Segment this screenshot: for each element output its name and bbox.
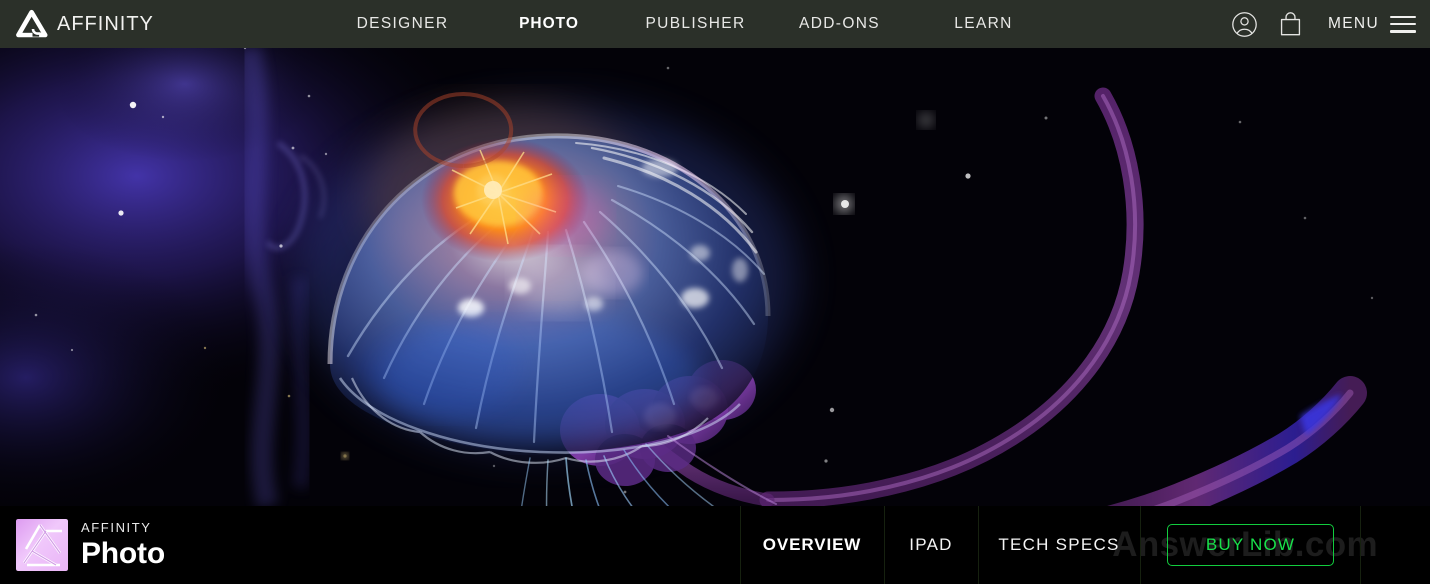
tab-ipad[interactable]: IPAD — [884, 506, 978, 584]
hamburger-menu-icon — [1390, 15, 1416, 33]
affinity-brand-text: AFFINITY — [57, 12, 154, 35]
product-name-block: AFFINITY Photo — [81, 520, 165, 569]
affinity-brand-link[interactable]: AFFINITY — [0, 9, 330, 39]
hero-image-region — [0, 48, 1430, 506]
tab-overview[interactable]: OVERVIEW — [740, 506, 884, 584]
affinity-triangle-logo-icon — [16, 9, 48, 39]
account-person-circle-icon — [1232, 11, 1258, 37]
product-title-label: Photo — [81, 536, 165, 570]
shopping-bag-icon — [1281, 12, 1301, 36]
cart-button[interactable] — [1268, 8, 1314, 40]
buy-now-button[interactable]: BUY NOW — [1167, 524, 1334, 566]
bar-divider-4 — [1140, 506, 1141, 584]
page-root: AFFINITY DESIGNER PHOTO PUBLISHER ADD-ON… — [0, 0, 1430, 584]
nav-item-learn[interactable]: LEARN — [911, 15, 1056, 33]
product-identity[interactable]: AFFINITY Photo — [16, 519, 165, 571]
nav-item-designer[interactable]: DESIGNER — [330, 15, 475, 33]
product-bottom-bar: AnswerLib.com AFFINITY Photo OVERVIEW IP… — [0, 506, 1430, 584]
menu-button[interactable]: MENU — [1328, 15, 1416, 33]
nav-item-publisher[interactable]: PUBLISHER — [623, 15, 768, 33]
main-navigation: DESIGNER PHOTO PUBLISHER ADD-ONS LEARN — [330, 0, 1222, 48]
product-brand-label: AFFINITY — [81, 520, 152, 536]
jellyfish-hero-artwork — [0, 48, 1430, 506]
bar-divider-5 — [1360, 506, 1361, 584]
account-button[interactable] — [1222, 9, 1268, 39]
header-actions: MENU — [1222, 8, 1430, 40]
menu-label: MENU — [1327, 15, 1379, 32]
tab-tech-specs[interactable]: TECH SPECS — [978, 506, 1140, 584]
affinity-photo-app-icon — [16, 519, 68, 571]
site-header: AFFINITY DESIGNER PHOTO PUBLISHER ADD-ON… — [0, 0, 1430, 48]
nav-item-photo[interactable]: PHOTO — [475, 15, 623, 33]
nav-item-add-ons[interactable]: ADD-ONS — [768, 15, 911, 33]
